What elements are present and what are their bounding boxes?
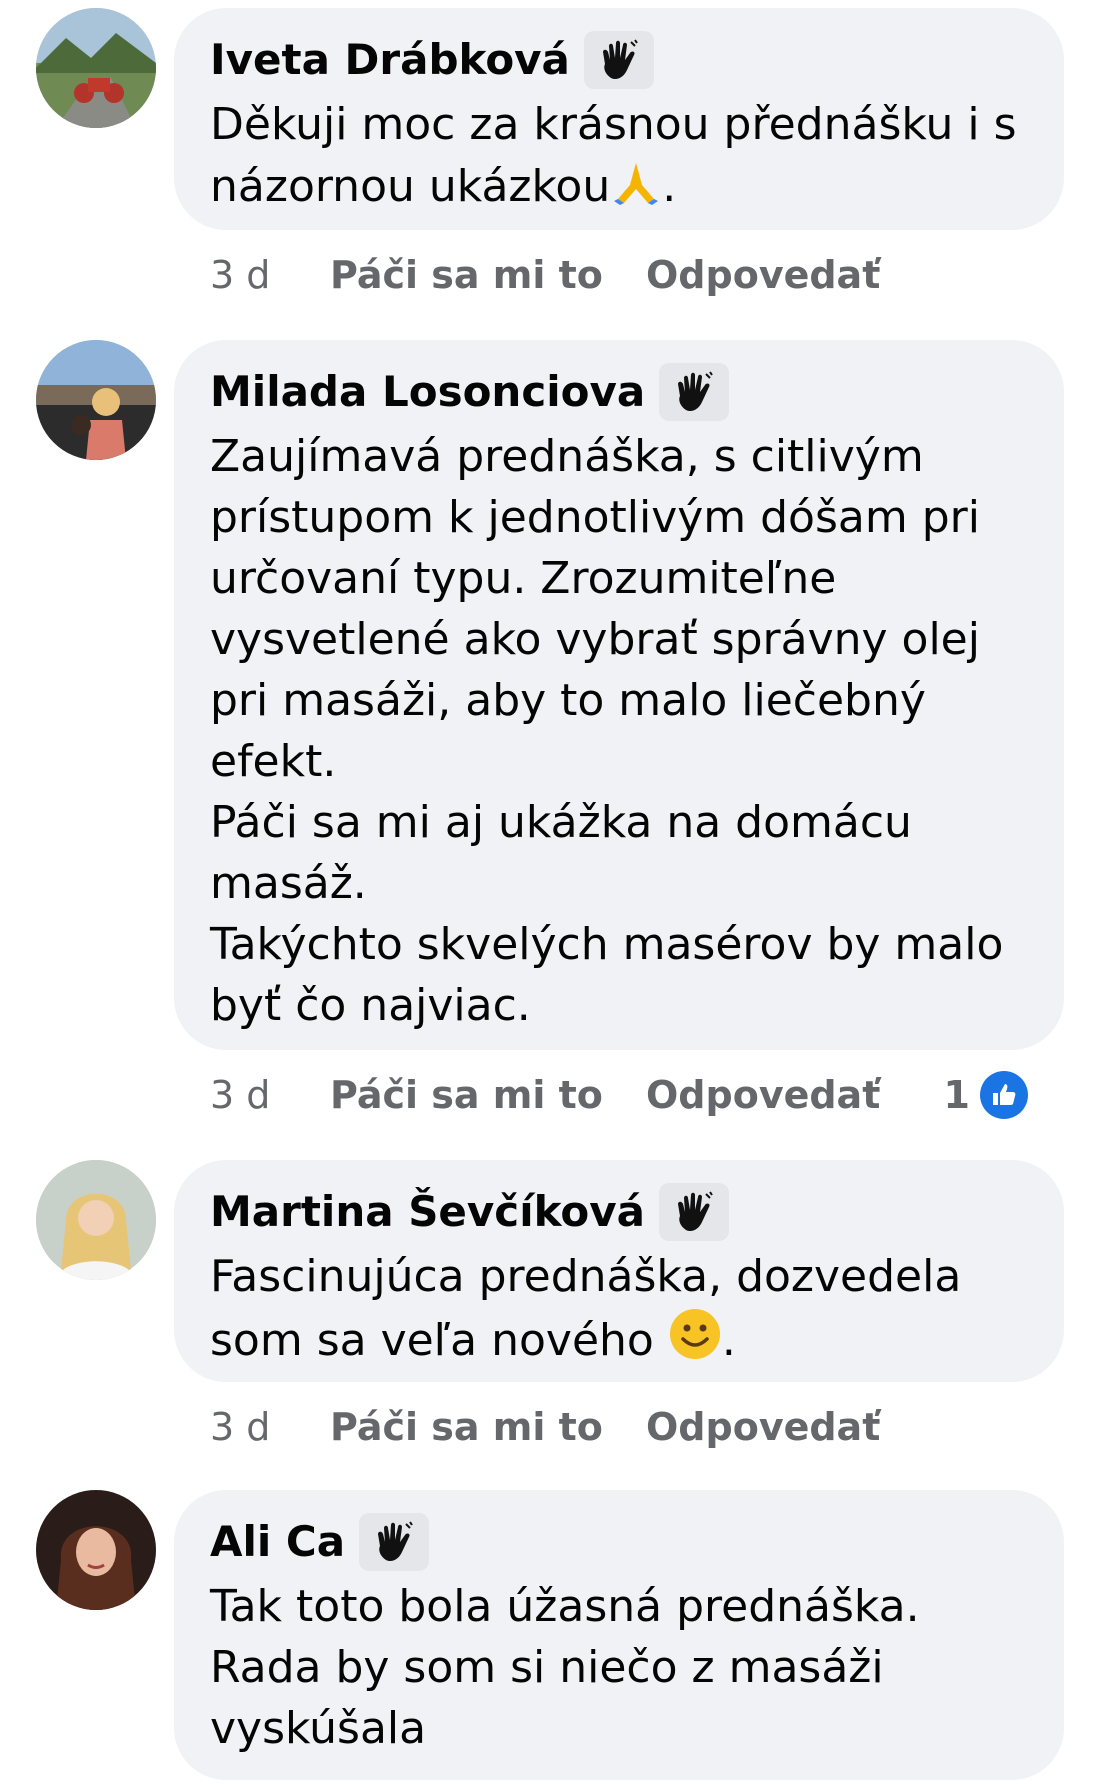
reaction-summary[interactable]: 1 [944,1071,1028,1119]
like-button[interactable]: Páči sa mi to [330,1073,646,1117]
reply-button[interactable]: Odpovedať [646,1073,880,1117]
comment-actions: 3 d Páči sa mi to Odpovedať [210,1402,880,1452]
avatar[interactable] [36,8,156,128]
wave-hand-icon [659,363,730,421]
thumbs-up-icon [980,1071,1028,1119]
comment-bubble: Milada Losonciova Zaujímavá prednáška, s… [174,340,1064,1050]
author-name[interactable]: Iveta Drábková [210,34,570,86]
reaction-count: 1 [943,1073,970,1117]
timestamp[interactable]: 3 d [210,1073,330,1117]
comment-text: Fascinujúca prednáška, dozvedela som sa … [210,1246,1028,1377]
comment-bubble: Iveta Drábková Děkuji moc za krásnou pře… [174,8,1064,230]
like-button[interactable]: Páči sa mi to [330,1405,646,1449]
author-name[interactable]: Milada Losonciova [210,366,645,418]
comment-bubble: Ali Ca Tak toto bola úžasná prednáška. R… [174,1490,1064,1780]
timestamp[interactable]: 3 d [210,253,330,297]
comment-text: Tak toto bola úžasná prednáška. Rada by … [210,1581,920,1754]
avatar[interactable] [36,1490,156,1610]
author-name[interactable]: Martina Ševčíková [210,1186,645,1238]
wave-hand-icon [583,31,654,89]
comment-actions: 3 d Páči sa mi to Odpovedať 1 [210,1070,1064,1120]
reply-button[interactable]: Odpovedať [646,253,880,297]
wave-hand-icon [359,1513,430,1571]
comment-text: Zaujímavá prednáška, s citlivým prístupo… [210,431,1004,1031]
comment-bubble: Martina Ševčíková Fascinujúca prednáška,… [174,1160,1064,1382]
wave-hand-icon [658,1183,729,1241]
like-button[interactable]: Páči sa mi to [330,253,646,297]
folded-hands-icon [610,155,662,223]
comment-actions: 3 d Páči sa mi to Odpovedať [210,250,880,300]
avatar[interactable] [36,340,156,460]
reply-button[interactable]: Odpovedať [646,1405,880,1449]
avatar[interactable] [36,1160,156,1280]
timestamp[interactable]: 3 d [210,1405,330,1449]
smiling-face-icon [668,1307,722,1377]
comment-text: Děkuji moc za krásnou přednášku i s názo… [210,94,1028,223]
author-name[interactable]: Ali Ca [210,1516,345,1568]
